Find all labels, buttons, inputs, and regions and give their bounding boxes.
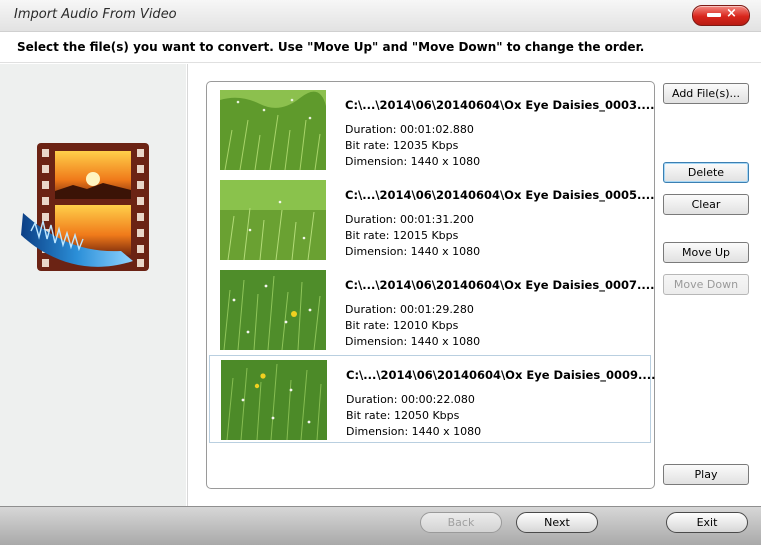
file-dimension: Dimension: 1440 x 1080 <box>345 155 481 168</box>
file-duration: Duration: 00:01:02.880 <box>345 123 474 136</box>
instruction-text: Select the file(s) you want to convert. … <box>17 40 645 54</box>
file-bitrate: Bit rate: 12035 Kbps <box>345 139 459 152</box>
exit-button[interactable]: Exit <box>666 512 748 533</box>
list-item[interactable]: C:\...\2014\06\20140604\Ox Eye Daisies_0… <box>209 86 654 172</box>
film-strip-logo-icon <box>21 143 149 271</box>
file-dimension: Dimension: 1440 x 1080 <box>345 335 481 348</box>
list-item[interactable]: C:\...\2014\06\20140604\Ox Eye Daisies_0… <box>209 266 654 352</box>
file-duration: Duration: 00:01:29.280 <box>345 303 474 316</box>
clear-button[interactable]: Clear <box>663 194 749 215</box>
file-duration: Duration: 00:01:31.200 <box>345 213 474 226</box>
close-button[interactable]: × <box>692 5 750 26</box>
next-button[interactable]: Next <box>516 512 598 533</box>
video-thumbnail <box>220 180 326 260</box>
file-name: C:\...\2014\06\20140604\Ox Eye Daisies_0… <box>345 188 655 202</box>
file-dimension: Dimension: 1440 x 1080 <box>345 245 481 258</box>
move-up-button[interactable]: Move Up <box>663 242 749 263</box>
video-thumbnail <box>221 360 327 440</box>
back-button[interactable]: Back <box>420 512 502 533</box>
minimize-bar-icon <box>707 13 721 17</box>
list-item-selected[interactable]: C:\...\2014\06\20140604\Ox Eye Daisies_0… <box>209 355 655 443</box>
file-name: C:\...\2014\06\20140604\Ox Eye Daisies_0… <box>345 278 655 292</box>
delete-button[interactable]: Delete <box>663 162 749 183</box>
left-panel <box>0 64 186 506</box>
window-title: Import Audio From Video <box>14 7 177 22</box>
add-files-button[interactable]: Add File(s)... <box>663 83 749 104</box>
file-duration: Duration: 00:00:22.080 <box>346 393 475 406</box>
play-button[interactable]: Play <box>663 464 749 485</box>
video-thumbnail <box>220 270 326 350</box>
file-bitrate: Bit rate: 12015 Kbps <box>345 229 459 242</box>
move-down-button[interactable]: Move Down <box>663 274 749 295</box>
file-bitrate: Bit rate: 12010 Kbps <box>345 319 459 332</box>
list-item[interactable]: C:\...\2014\06\20140604\Ox Eye Daisies_0… <box>209 176 654 262</box>
file-bitrate: Bit rate: 12050 Kbps <box>346 409 460 422</box>
close-icon: × <box>726 6 737 21</box>
bottom-bar: Back Next Exit <box>0 506 761 545</box>
divider <box>0 62 761 63</box>
file-list[interactable]: C:\...\2014\06\20140604\Ox Eye Daisies_0… <box>206 81 655 489</box>
file-dimension: Dimension: 1440 x 1080 <box>346 425 482 438</box>
title-bar: Import Audio From Video × <box>0 0 761 32</box>
file-name: C:\...\2014\06\20140604\Ox Eye Daisies_0… <box>346 368 656 382</box>
video-thumbnail <box>220 90 326 170</box>
file-name: C:\...\2014\06\20140604\Ox Eye Daisies_0… <box>345 98 655 112</box>
